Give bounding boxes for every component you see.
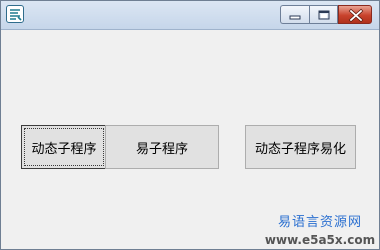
minimize-button[interactable]: [280, 5, 309, 24]
window-client-area: 动态子程序 易子程序 动态子程序易化 易语言资源网 www.e5a5x.com: [2, 30, 378, 249]
app-window: 动态子程序 易子程序 动态子程序易化 易语言资源网 www.e5a5x.com: [0, 0, 380, 250]
dynamic-subprogram-easify-button[interactable]: 动态子程序易化: [245, 125, 356, 169]
app-icon[interactable]: [6, 5, 24, 23]
watermark-title: 易语言资源网: [277, 215, 362, 230]
dynamic-subprogram-button[interactable]: 动态子程序: [21, 125, 107, 169]
close-button[interactable]: [338, 5, 372, 24]
close-icon: [348, 8, 364, 23]
easy-subprogram-label: 易子程序: [135, 141, 188, 157]
watermark-url: www.e5a5x.com: [264, 233, 376, 247]
maximize-button[interactable]: [309, 5, 338, 24]
easy-subprogram-button[interactable]: 易子程序: [105, 125, 219, 169]
title-bar[interactable]: [1, 1, 379, 30]
dynamic-subprogram-label: 动态子程序: [31, 141, 97, 157]
dynamic-subprogram-easify-label: 动态子程序易化: [254, 141, 346, 157]
site-watermark: 易语言资源网 www.e5a5x.com: [264, 214, 376, 248]
minimize-icon: [289, 15, 301, 20]
maximize-icon: [318, 10, 330, 20]
